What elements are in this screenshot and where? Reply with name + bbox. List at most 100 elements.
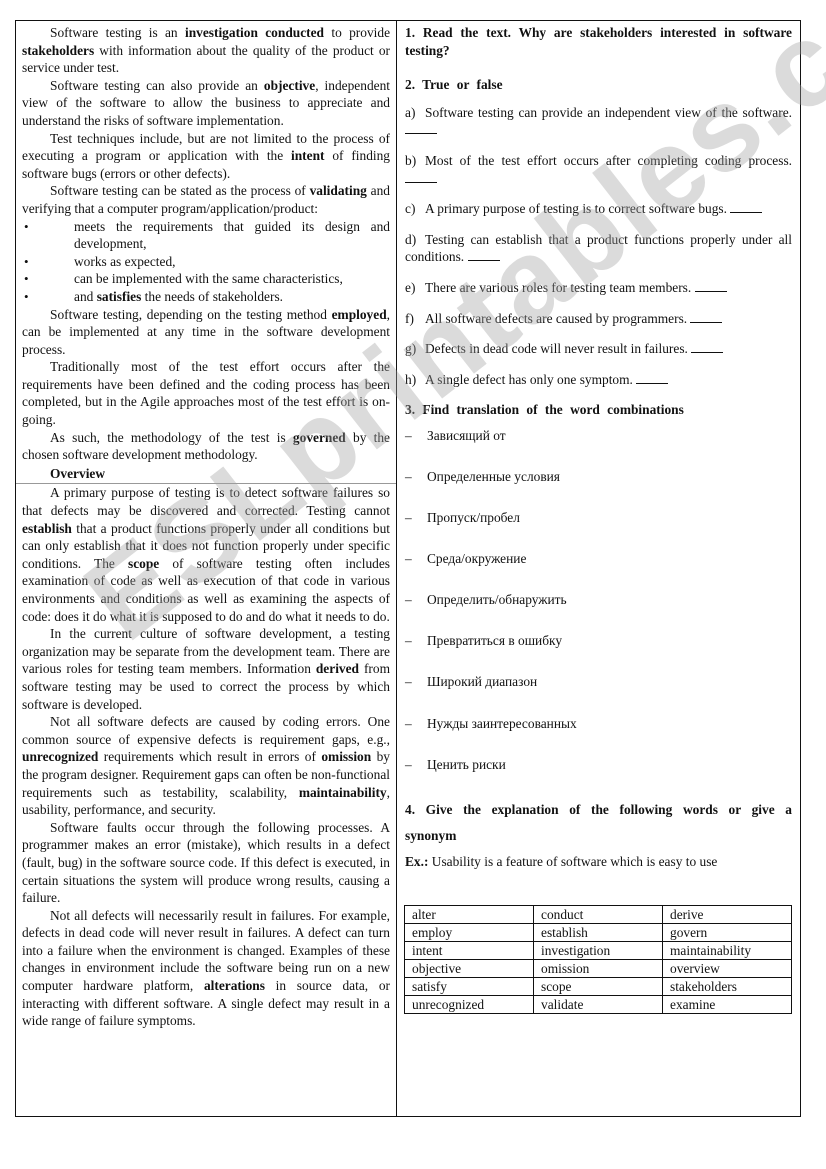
methodology-paragraphs: Software testing, depending on the testi… [22, 306, 390, 464]
reading-text-column: Software testing is an investigation con… [16, 21, 397, 1116]
key-term: satisfies [96, 288, 142, 304]
vocabulary-row: alter conduct derive [404, 904, 792, 924]
translation-item: – Среда/окружение [405, 550, 792, 568]
key-term: objective [263, 77, 316, 93]
key-term: governed [292, 429, 346, 445]
answer-blank[interactable] [467, 259, 500, 262]
statement-text: Testing can establish that a product fun… [405, 231, 792, 265]
translation-item: – Определенные условия [405, 468, 792, 486]
dash-marker: – [405, 633, 412, 649]
text-paragraph: As such, the methodology of the test is … [22, 429, 391, 463]
answer-blank[interactable] [636, 382, 669, 384]
vocabulary-word: validate [533, 994, 663, 1014]
answer-blank[interactable] [691, 351, 724, 354]
question-4-heading: 4. Give the explanation of the following… [405, 801, 792, 843]
statement-text: There are various roles for testing team… [425, 279, 695, 295]
text-paragraph: Not all defects will necessarily result … [22, 907, 390, 1029]
text-paragraph: Software testing, depending on the testi… [22, 306, 390, 357]
vocabulary-row: objective omission overview [404, 958, 792, 978]
example-label: Ex.: [405, 853, 429, 869]
true-false-item: f) All software defects are caused by pro… [405, 310, 792, 328]
dash-marker: – [405, 756, 412, 772]
bullet-item: works as expected, [22, 253, 390, 271]
exercises-column: 1. Read the text. Why are stakeholders i… [397, 21, 800, 1116]
text-paragraph: Software testing can also provide an obj… [22, 77, 390, 128]
item-label: h) [405, 371, 417, 387]
russian-phrase: Превратиться в ошибку [427, 633, 563, 649]
text-paragraph: Test techniques include, but are not lim… [22, 130, 391, 181]
answer-blank[interactable] [690, 321, 723, 323]
vocabulary-word: investigation [533, 940, 663, 960]
dash-marker: – [405, 674, 412, 690]
vocabulary-word: stakeholders [662, 976, 792, 996]
dash-marker: – [405, 592, 412, 608]
dash-marker: – [405, 510, 412, 526]
answer-blank[interactable] [694, 290, 727, 292]
true-false-item: c) A primary purpose of testing is to cor… [405, 200, 792, 218]
worksheet-page: Software testing is an investigation con… [15, 20, 801, 1117]
key-term: intent [291, 148, 325, 164]
key-term: alterations [203, 978, 265, 994]
vocabulary-row: satisfy scope stakeholders [404, 976, 792, 996]
text-paragraph: In the current culture of software devel… [22, 626, 390, 712]
dash-marker: – [405, 427, 412, 443]
vocabulary-word: satisfy [404, 976, 534, 996]
intro-paragraphs: Software testing is an investigation con… [22, 24, 390, 218]
key-term: derived [315, 661, 359, 677]
translation-item: – Ценить риски [405, 756, 792, 774]
overview-paragraphs: A primary purpose of testing is to detec… [22, 484, 390, 1029]
overview-heading: Overview [50, 465, 106, 481]
translation-item: – Пропуск/пробел [405, 509, 792, 527]
question-1-heading: 1. Read the text. Why are stakeholders i… [405, 25, 792, 58]
text-paragraph: Software faults occur through the follow… [22, 819, 390, 906]
vocabulary-word: omission [533, 958, 663, 978]
key-term: stakeholders [22, 42, 95, 58]
item-label: e) [405, 279, 416, 295]
vocabulary-word: employ [404, 922, 534, 942]
example-text: Usability is a feature of software which… [428, 853, 718, 869]
vocabulary-word: derive [662, 904, 792, 924]
statement-text: All software defects are caused by progr… [425, 310, 691, 326]
statement-text: Most of the test effort occurs after com… [425, 152, 792, 168]
bullet-item: and satisfies the needs of stakeholders. [22, 288, 390, 306]
true-false-item: g) Defects in dead code will never result… [405, 340, 792, 358]
text-paragraph: Software testing can be stated as the pr… [22, 183, 390, 216]
answer-blank[interactable] [405, 132, 437, 135]
vocabulary-word: alter [404, 904, 534, 924]
russian-phrase: Широкий диапазон [427, 674, 538, 690]
question-2-heading: 2. True or false [405, 77, 503, 93]
item-label: c) [405, 201, 416, 217]
item-label: b) [405, 152, 417, 168]
russian-phrase: Пропуск/пробел [427, 510, 520, 526]
vocabulary-word: unrecognized [404, 994, 534, 1014]
translation-list: – Зависящий от – Определенные условия – Пропу… [405, 427, 792, 773]
question-3-heading: 3. Find translation of the word combinat… [405, 402, 684, 418]
vocabulary-word: maintainability [662, 940, 792, 960]
bullet-item: meets the requirements that guided its d… [22, 218, 390, 253]
russian-phrase: Ценить риски [427, 756, 506, 772]
vocabulary-row: unrecognized validate examine [404, 994, 792, 1014]
key-term: employed [331, 306, 387, 322]
text-paragraph: Not all software defects are caused by c… [22, 714, 390, 818]
vocabulary-word: establish [533, 922, 663, 942]
text-paragraph: Software testing is an investigation con… [22, 25, 391, 76]
true-false-item: d) Testing can establish that a product f… [405, 231, 792, 266]
answer-blank[interactable] [405, 181, 437, 183]
translation-item: – Нужды заинтересованных [405, 715, 792, 733]
russian-phrase: Определенные условия [427, 469, 560, 484]
true-false-item: a) Software testing can provide an indepe… [405, 104, 792, 139]
key-term: maintainability [298, 784, 387, 800]
translation-item: – Определить/обнаружить [405, 591, 792, 609]
vocabulary-word: govern [662, 922, 792, 942]
example-line: Ex.: Usability is a feature of software … [405, 849, 792, 875]
translation-item: – Зависящий от [405, 427, 792, 445]
vocabulary-table: alter conduct derive employ establish govern i… [404, 904, 792, 1014]
true-false-item: e) There are various roles for testing te… [405, 279, 792, 297]
item-label: f) [405, 310, 414, 326]
key-term: omission [321, 749, 372, 765]
russian-phrase: Зависящий от [427, 427, 506, 443]
answer-blank[interactable] [730, 211, 763, 214]
item-label: d) [405, 231, 417, 247]
vocabulary-word: intent [404, 940, 534, 960]
vocabulary-word: overview [662, 958, 792, 978]
